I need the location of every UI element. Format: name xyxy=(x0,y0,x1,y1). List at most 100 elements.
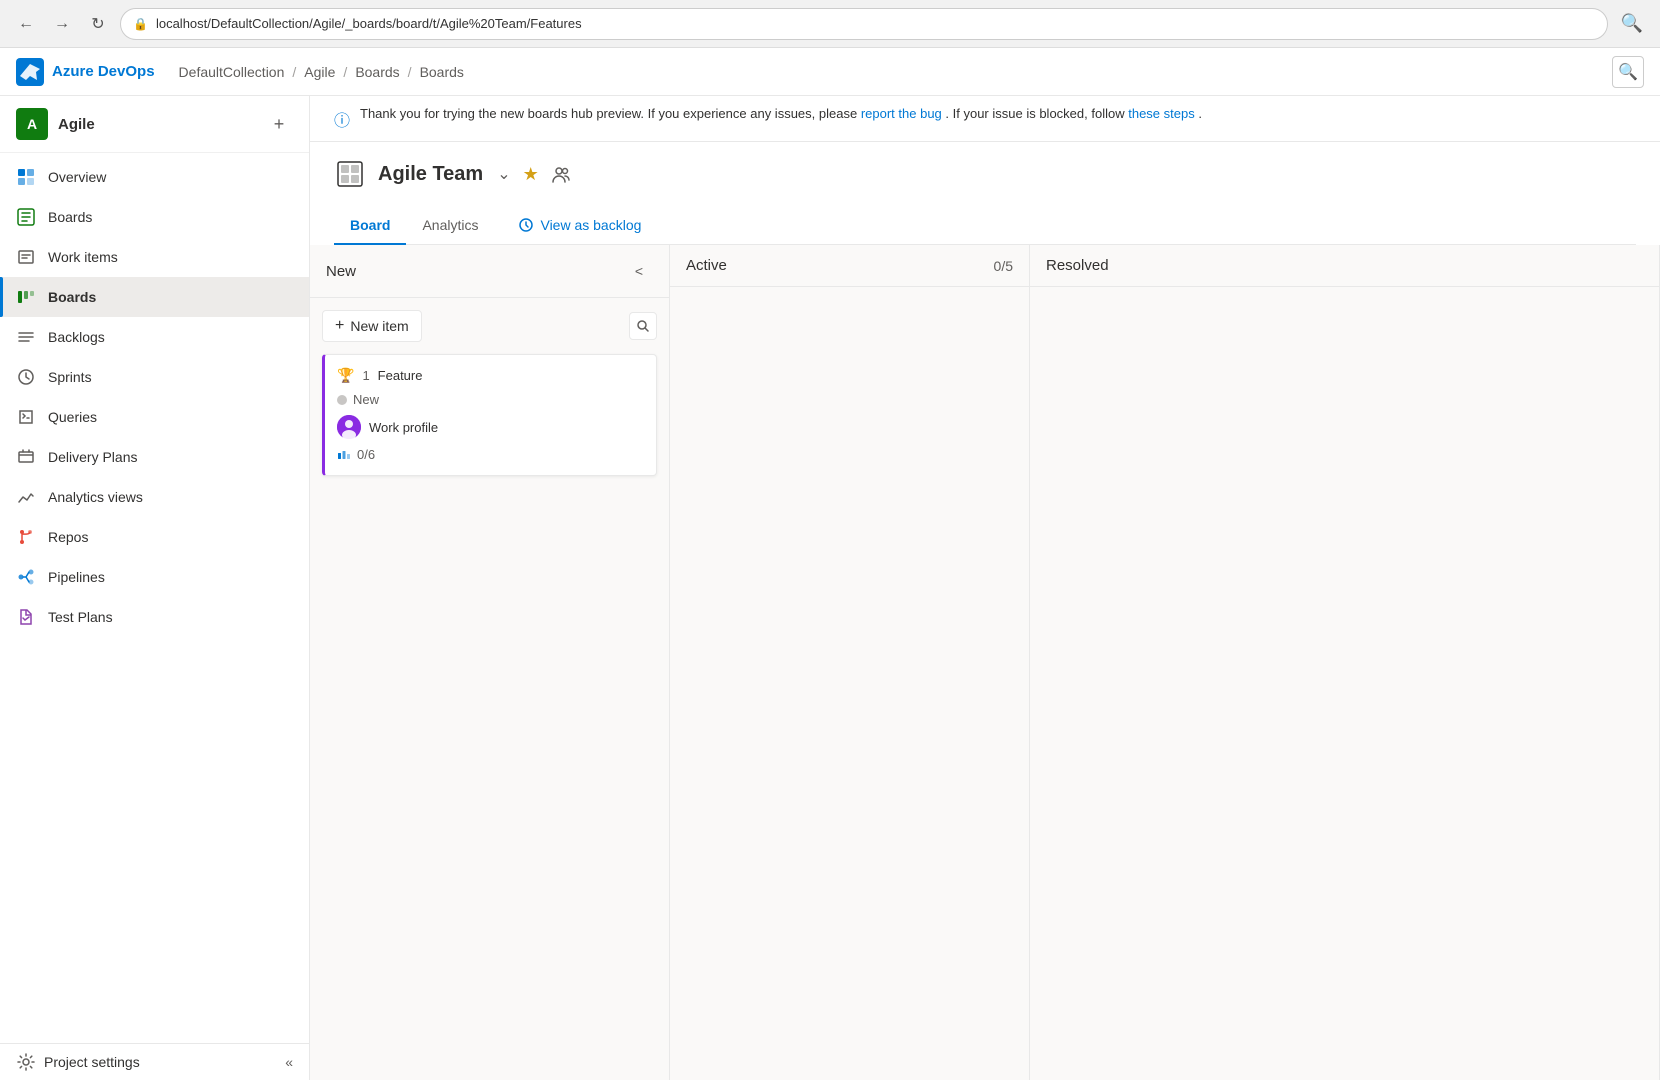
azure-devops-icon xyxy=(16,58,44,86)
view-as-icon xyxy=(518,216,534,234)
sidebar-item-overview[interactable]: Overview xyxy=(0,157,309,197)
sidebar-nav: Overview Boards xyxy=(0,153,309,1043)
info-text-end: . xyxy=(1198,106,1202,121)
card-progress: 0/6 xyxy=(357,447,375,462)
sidebar-item-label-boards: Boards xyxy=(48,289,96,305)
sidebar-item-label-analytics-views: Analytics views xyxy=(48,489,143,505)
new-item-plus-icon: + xyxy=(335,317,344,335)
card-id: 1 xyxy=(362,368,369,383)
repos-icon xyxy=(16,527,36,547)
add-project-button[interactable]: + xyxy=(265,110,293,138)
info-icon: ⓘ xyxy=(334,107,350,131)
team-name: Agile Team xyxy=(378,163,483,186)
sidebar-item-test-plans[interactable]: Test Plans xyxy=(0,597,309,637)
sidebar-item-boards-section[interactable]: Boards xyxy=(0,197,309,237)
sidebar-item-pipelines[interactable]: Pipelines xyxy=(0,557,309,597)
sidebar-item-boards[interactable]: Boards xyxy=(0,277,309,317)
sprints-icon xyxy=(16,367,36,387)
work-item-card-1[interactable]: 🏆 1 Feature New xyxy=(322,354,657,476)
tab-analytics[interactable]: Analytics xyxy=(406,207,494,245)
breadcrumb-item-2[interactable]: Boards xyxy=(355,64,399,80)
backlogs-icon xyxy=(16,327,36,347)
team-dropdown-button[interactable]: ⌄ xyxy=(497,164,510,184)
column-content-active xyxy=(670,287,1029,1080)
progress-icon xyxy=(337,447,351,463)
breadcrumb-sep-2: / xyxy=(408,64,412,80)
pipelines-icon xyxy=(16,567,36,587)
new-item-search-button[interactable] xyxy=(629,312,657,340)
address-bar[interactable]: 🔒 localhost/DefaultCollection/Agile/_boa… xyxy=(120,8,1608,40)
test-plans-icon xyxy=(16,607,36,627)
these-steps-link[interactable]: these steps xyxy=(1128,106,1195,121)
team-favorite-button[interactable]: ★ xyxy=(523,164,539,185)
global-search-button[interactable]: 🔍 xyxy=(1612,56,1644,88)
column-title-new: New xyxy=(326,263,356,280)
project-avatar: A xyxy=(16,108,48,140)
lock-icon: 🔒 xyxy=(133,17,148,31)
new-item-label: New item xyxy=(350,318,408,334)
column-header-new: New < xyxy=(310,245,669,298)
browser-search-button[interactable]: 🔍 xyxy=(1616,8,1648,40)
sidebar-item-label-overview: Overview xyxy=(48,169,106,185)
view-as-backlog-label: View as backlog xyxy=(540,217,641,233)
project-name: Agile xyxy=(58,116,95,133)
app-layout: A Agile + Overview xyxy=(0,96,1660,1080)
feature-icon: 🏆 xyxy=(337,367,354,384)
delivery-plans-icon xyxy=(16,447,36,467)
card-title-row: 🏆 1 Feature xyxy=(337,367,644,384)
breadcrumb: DefaultCollection / Agile / Boards / Boa… xyxy=(179,64,464,80)
breadcrumb-sep-1: / xyxy=(343,64,347,80)
forward-button[interactable]: → xyxy=(48,10,76,38)
breadcrumb-item-3[interactable]: Boards xyxy=(420,64,464,80)
sidebar-item-delivery-plans[interactable]: Delivery Plans xyxy=(0,437,309,477)
sidebar-footer-settings[interactable]: Project settings « xyxy=(0,1043,309,1080)
sidebar: A Agile + Overview xyxy=(0,96,310,1080)
column-header-active: Active 0/5 xyxy=(670,245,1029,287)
work-items-icon xyxy=(16,247,36,267)
column-collapse-new[interactable]: < xyxy=(625,257,653,285)
sidebar-item-work-items[interactable]: Work items xyxy=(0,237,309,277)
column-title-active: Active xyxy=(686,257,727,274)
info-banner: ⓘ Thank you for trying the new boards hu… xyxy=(310,96,1660,142)
report-bug-link[interactable]: report the bug xyxy=(861,106,942,121)
sidebar-item-sprints[interactable]: Sprints xyxy=(0,357,309,397)
settings-icon xyxy=(16,1052,36,1072)
column-content-new: + New item xyxy=(310,298,669,1080)
team-icon xyxy=(334,158,366,190)
status-dot xyxy=(337,395,347,405)
boards-section-icon xyxy=(16,207,36,227)
top-nav: Azure DevOps DefaultCollection / Agile /… xyxy=(0,48,1660,96)
breadcrumb-item-0[interactable]: DefaultCollection xyxy=(179,64,285,80)
view-as-backlog-button[interactable]: View as backlog xyxy=(502,206,657,244)
info-text-after: . If your issue is blocked, follow xyxy=(945,106,1124,121)
assignee-name: Work profile xyxy=(369,420,438,435)
team-members-button[interactable] xyxy=(551,163,571,184)
sidebar-item-queries[interactable]: Queries xyxy=(0,397,309,437)
sidebar-item-label-pipelines: Pipelines xyxy=(48,569,105,585)
column-limit-active: 0/5 xyxy=(994,258,1013,274)
sidebar-item-repos[interactable]: Repos xyxy=(0,517,309,557)
main-content: ⓘ Thank you for trying the new boards hu… xyxy=(310,96,1660,1080)
board-header: Agile Team ⌄ ★ Board Analytics xyxy=(310,142,1660,245)
card-progress-row: 0/6 xyxy=(337,447,644,463)
card-assignee-row: Work profile xyxy=(337,415,644,439)
board-column-new: New < + New item xyxy=(310,245,670,1080)
azure-devops-logo[interactable]: Azure DevOps xyxy=(16,58,155,86)
board-tabs: Board Analytics View as backlog xyxy=(334,206,1636,245)
sidebar-item-analytics-views[interactable]: Analytics views xyxy=(0,477,309,517)
collapse-icon[interactable]: « xyxy=(285,1054,293,1070)
back-button[interactable]: ← xyxy=(12,10,40,38)
refresh-button[interactable]: ↻ xyxy=(84,10,112,38)
sidebar-item-backlogs[interactable]: Backlogs xyxy=(0,317,309,357)
board-columns: New < + New item xyxy=(310,245,1660,1080)
breadcrumb-item-1[interactable]: Agile xyxy=(304,64,335,80)
tab-board[interactable]: Board xyxy=(334,207,406,245)
column-content-resolved xyxy=(1030,287,1659,1080)
card-title: Feature xyxy=(378,368,423,383)
sidebar-item-label-repos: Repos xyxy=(48,529,88,545)
board-column-active: Active 0/5 xyxy=(670,245,1030,1080)
new-item-button[interactable]: + New item xyxy=(322,310,422,342)
info-banner-text: Thank you for trying the new boards hub … xyxy=(360,106,1202,121)
settings-label: Project settings xyxy=(44,1054,140,1070)
column-title-resolved: Resolved xyxy=(1046,257,1109,274)
